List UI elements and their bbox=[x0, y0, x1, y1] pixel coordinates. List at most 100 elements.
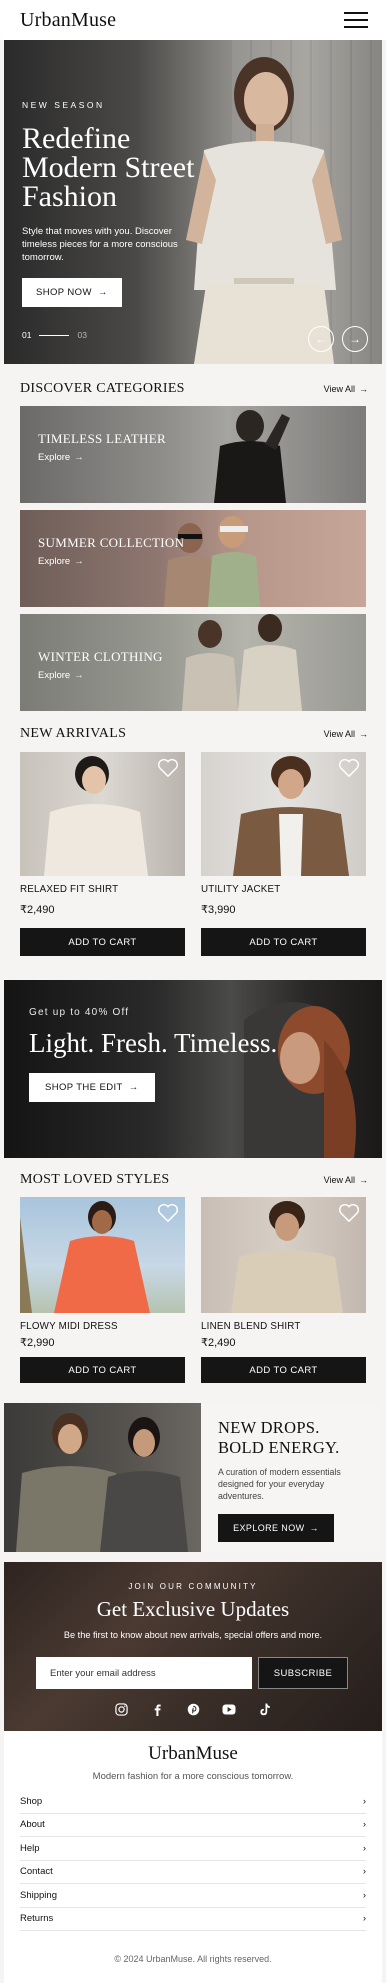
product-name: LINEN BLEND SHIRT bbox=[201, 1321, 301, 1332]
heart-icon[interactable] bbox=[157, 1203, 179, 1223]
youtube-icon[interactable] bbox=[222, 1702, 236, 1716]
hero-text: Style that moves with you. Discover time… bbox=[22, 226, 178, 263]
site-header: UrbanMuse bbox=[0, 0, 386, 40]
footer-link-label: Contact bbox=[20, 1866, 53, 1878]
winter-models-image bbox=[182, 614, 302, 711]
newsletter-kicker: JOIN OUR COMMUNITY bbox=[128, 1582, 258, 1591]
footer-link-about[interactable]: About › bbox=[20, 1814, 366, 1837]
category-title: WINTER CLOTHING bbox=[38, 649, 163, 664]
product-card[interactable]: UTILITY JACKET ₹3,990 ADD TO CART bbox=[201, 752, 366, 956]
product-price: ₹2,990 bbox=[20, 1337, 55, 1349]
new-drops-title: NEW DROPS. BOLD ENERGY. bbox=[218, 1418, 340, 1457]
instagram-icon[interactable] bbox=[114, 1702, 128, 1716]
footer-link-help[interactable]: Help › bbox=[20, 1837, 366, 1861]
heart-icon[interactable] bbox=[338, 758, 360, 778]
product-name: FLOWY MIDI DRESS bbox=[20, 1321, 118, 1332]
arrow-right-icon: → bbox=[359, 1175, 368, 1185]
product-price: ₹2,490 bbox=[201, 1337, 236, 1349]
footer-link-label: Shipping bbox=[20, 1889, 57, 1901]
prev-slide-icon[interactable]: ← bbox=[308, 326, 334, 352]
slide-total: 03 bbox=[77, 330, 87, 340]
slide-current: 01 bbox=[22, 330, 32, 340]
footer-link-shipping[interactable]: Shipping › bbox=[20, 1884, 366, 1908]
footer-link-label: About bbox=[20, 1819, 45, 1831]
footer-links: Shop › About › Help › Contact › Shipping › Re… bbox=[20, 1790, 366, 1931]
footer-tagline: Modern fashion for a more conscious tomo… bbox=[92, 1771, 294, 1782]
explore-label: Explore bbox=[38, 452, 71, 463]
hamburger-icon[interactable] bbox=[344, 12, 368, 28]
new-drops-section: NEW DROPS. BOLD ENERGY. A curation of mo… bbox=[4, 1403, 382, 1552]
category-explore-link[interactable]: Explore → bbox=[38, 452, 166, 463]
chevron-right-icon: › bbox=[362, 1889, 366, 1901]
hero-kicker: NEW SEASON bbox=[22, 100, 105, 110]
product-image[interactable] bbox=[201, 752, 366, 876]
categories-view-all-link[interactable]: View All → bbox=[324, 384, 368, 394]
chevron-right-icon: › bbox=[362, 1819, 366, 1831]
footer-link-shop[interactable]: Shop › bbox=[20, 1790, 366, 1814]
tiktok-icon[interactable] bbox=[258, 1702, 272, 1716]
view-all-label: View All bbox=[323, 1175, 355, 1185]
explore-now-button[interactable]: EXPLORE NOW → bbox=[218, 1514, 334, 1542]
add-to-cart-button[interactable]: ADD TO CART bbox=[20, 1357, 185, 1383]
new-arrivals-view-all-link[interactable]: View All → bbox=[324, 729, 368, 739]
add-to-cart-button[interactable]: ADD TO CART bbox=[20, 928, 185, 956]
heart-icon[interactable] bbox=[157, 758, 179, 778]
hero-banner: NEW SEASON Redefine Modern Street Fashio… bbox=[4, 40, 382, 364]
arrow-right-icon: → bbox=[97, 287, 108, 298]
new-drops-text: A curation of modern essentials designed… bbox=[218, 1467, 341, 1501]
arrow-right-icon: → bbox=[359, 729, 368, 739]
promo-content: Get up to 40% Off Light. Fresh. Timeless… bbox=[29, 1007, 277, 1102]
hero-content: NEW SEASON Redefine Modern Street Fashio… bbox=[22, 100, 222, 307]
product-image[interactable] bbox=[201, 1197, 366, 1313]
product-card[interactable]: FLOWY MIDI DRESS ₹2,990 ADD TO CART bbox=[20, 1197, 185, 1383]
category-card-summer[interactable]: SUMMER COLLECTION Explore → bbox=[20, 510, 366, 607]
add-to-cart-button[interactable]: ADD TO CART bbox=[201, 1357, 366, 1383]
new-arrivals-header: NEW ARRIVALS View All → bbox=[20, 726, 368, 742]
explore-label: Explore bbox=[38, 556, 71, 567]
explore-now-label: EXPLORE NOW bbox=[233, 1523, 305, 1533]
category-card-leather[interactable]: TIMELESS LEATHER Explore → bbox=[20, 406, 366, 503]
most-loved-title: MOST LOVED STYLES bbox=[20, 1172, 170, 1187]
subscribe-button[interactable]: SUBSCRIBE bbox=[258, 1657, 348, 1689]
footer-link-label: Returns bbox=[20, 1913, 54, 1925]
site-footer: UrbanMuse Modern fashion for a more cons… bbox=[4, 1731, 382, 1983]
new-drops-image bbox=[4, 1403, 201, 1552]
category-title: SUMMER COLLECTION bbox=[38, 535, 185, 550]
brand-logo[interactable]: UrbanMuse bbox=[20, 9, 116, 32]
arrow-right-icon: → bbox=[359, 384, 368, 394]
product-image[interactable] bbox=[20, 1197, 185, 1313]
shop-now-button[interactable]: SHOP NOW → bbox=[22, 278, 122, 307]
footer-link-returns[interactable]: Returns › bbox=[20, 1908, 366, 1931]
heart-icon[interactable] bbox=[338, 1203, 360, 1223]
slide-indicator: 01 03 bbox=[22, 330, 87, 340]
most-loved-view-all-link[interactable]: View All → bbox=[324, 1175, 368, 1185]
pinterest-icon[interactable] bbox=[186, 1702, 200, 1716]
view-all-label: View All bbox=[323, 384, 355, 394]
footer-link-contact[interactable]: Contact › bbox=[20, 1861, 366, 1884]
social-links bbox=[4, 1702, 382, 1716]
add-to-cart-button[interactable]: ADD TO CART bbox=[201, 928, 366, 956]
product-card[interactable]: LINEN BLEND SHIRT ₹2,490 ADD TO CART bbox=[201, 1197, 366, 1383]
view-all-label: View All bbox=[323, 729, 355, 739]
product-image[interactable] bbox=[20, 752, 185, 876]
product-card[interactable]: RELAXED FIT SHIRT ₹2,490 ADD TO CART bbox=[20, 752, 185, 956]
chevron-right-icon: › bbox=[362, 1913, 366, 1925]
slide-progress-bar bbox=[39, 334, 70, 336]
slide-arrows: ← → bbox=[308, 326, 368, 352]
footer-logo[interactable]: UrbanMuse bbox=[4, 1743, 382, 1765]
next-slide-icon[interactable]: → bbox=[342, 326, 368, 352]
shop-the-edit-label: SHOP THE EDIT bbox=[45, 1082, 123, 1093]
category-explore-link[interactable]: Explore → bbox=[38, 556, 184, 567]
explore-label: Explore bbox=[38, 670, 71, 681]
email-field[interactable] bbox=[36, 1657, 252, 1689]
category-explore-link[interactable]: Explore → bbox=[38, 670, 163, 681]
categories-header: DISCOVER CATEGORIES View All → bbox=[20, 381, 368, 397]
newsletter-section: JOIN OUR COMMUNITY Get Exclusive Updates… bbox=[4, 1562, 382, 1731]
category-card-winter[interactable]: WINTER CLOTHING Explore → bbox=[20, 614, 366, 711]
product-name: RELAXED FIT SHIRT bbox=[20, 884, 119, 895]
shop-the-edit-button[interactable]: SHOP THE EDIT → bbox=[29, 1073, 155, 1102]
newsletter-form: SUBSCRIBE bbox=[36, 1657, 348, 1689]
facebook-icon[interactable] bbox=[150, 1702, 164, 1716]
hero-title: Redefine Modern Street Fashion bbox=[22, 122, 195, 213]
leather-model-image bbox=[214, 410, 290, 503]
